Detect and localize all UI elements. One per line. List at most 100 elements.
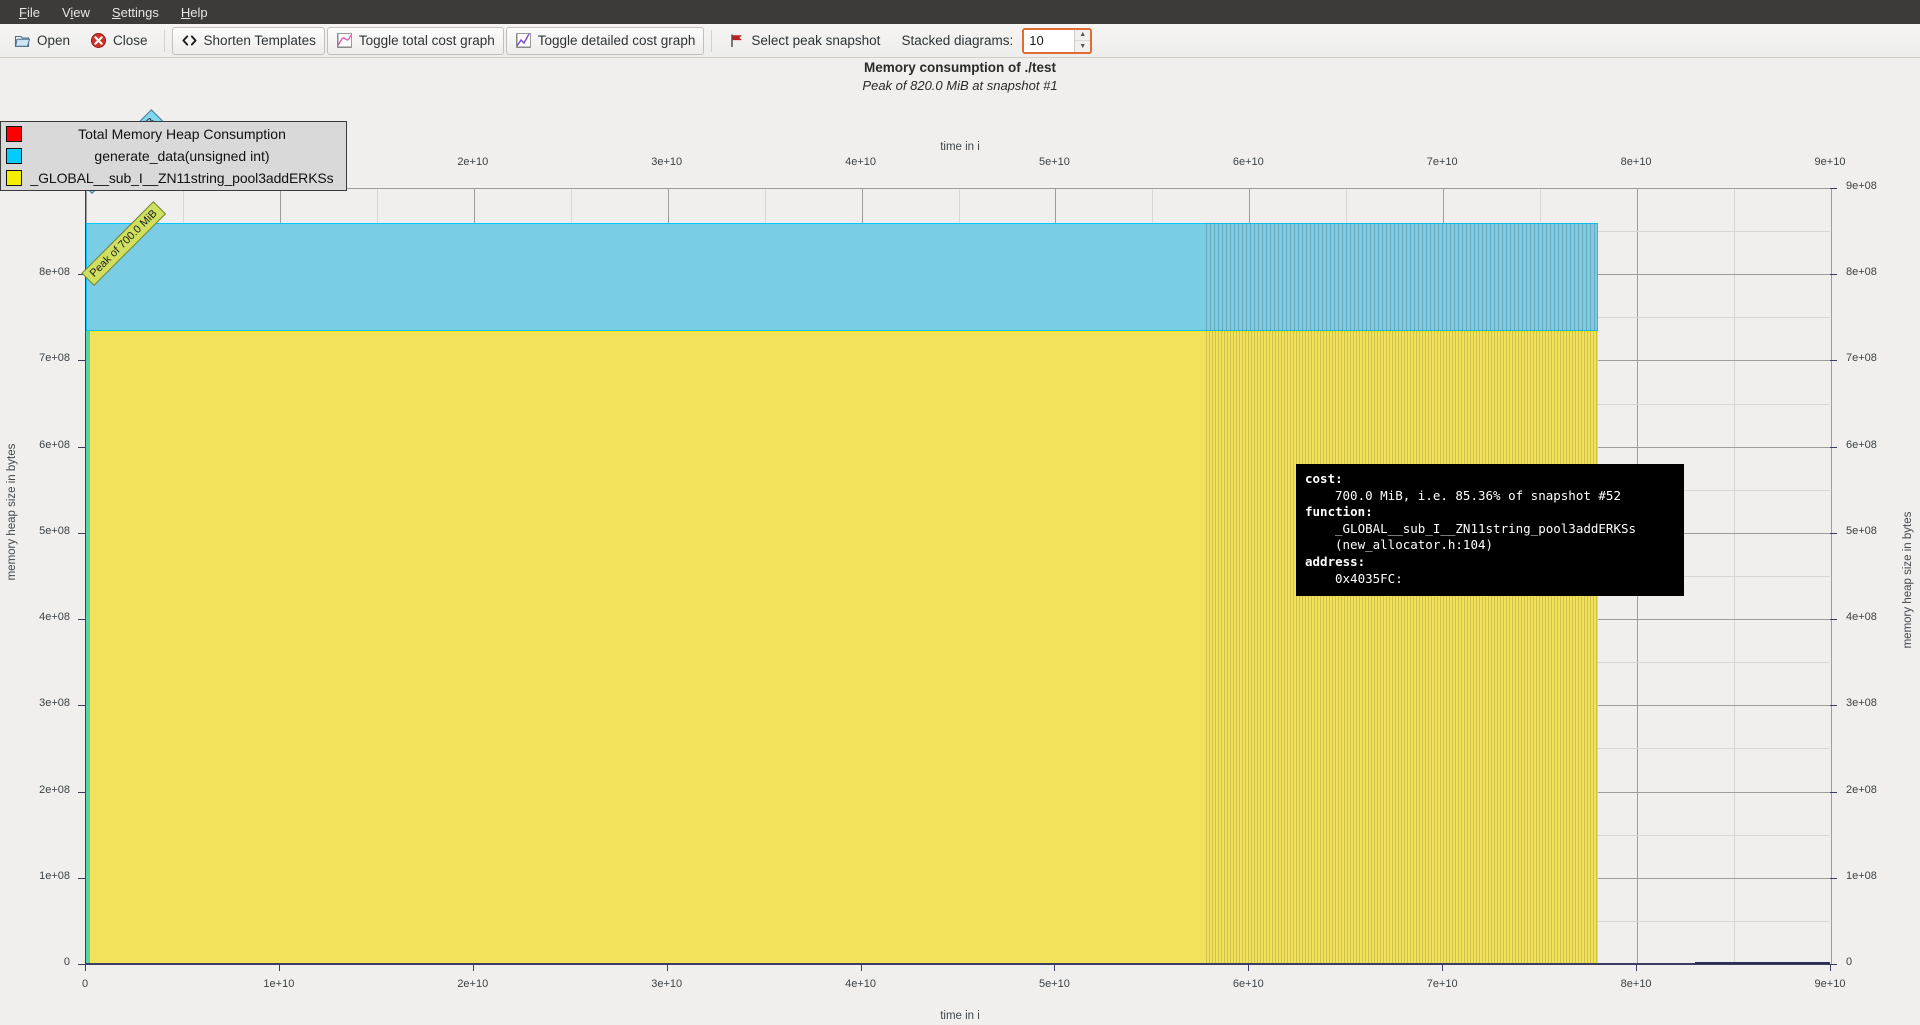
legend-item[interactable]: generate_data(unsigned int)	[1, 145, 346, 167]
area-series-generate-data[interactable]	[86, 222, 1599, 332]
menu-file[interactable]: FFileile	[8, 2, 51, 23]
y-tick-label-right: 8e+08	[1846, 266, 1877, 279]
y-tick-label-right: 7e+08	[1846, 352, 1877, 365]
x-tick-label-bottom: 5e+10	[1038, 978, 1070, 990]
tooltip-cost-value: 700.0 MiB, i.e. 85.36% of snapshot #52	[1335, 487, 1621, 503]
y-tick-mark-right	[1830, 446, 1837, 448]
y-tick-mark-right	[1830, 360, 1837, 362]
y-tick-mark-right	[1830, 964, 1837, 965]
legend-label: generate_data(unsigned int)	[94, 148, 270, 164]
select-peak-snapshot-button[interactable]: Select peak snapshot	[719, 27, 889, 55]
stacked-diagrams-spinbox[interactable]: ▲ ▼	[1022, 27, 1093, 54]
tooltip-cost-key: cost:	[1305, 471, 1343, 486]
chevron-up-icon[interactable]: ▲	[1075, 30, 1091, 41]
toggle-detailed-cost-graph-label: Toggle detailed cost graph	[537, 33, 696, 48]
y-tick-mark-right	[1830, 705, 1837, 707]
x-tick-mark-bottom	[1830, 964, 1831, 971]
stacked-diagrams-label: Stacked diagrams:	[901, 33, 1014, 48]
y-tick-mark-left	[78, 532, 85, 534]
chart-legend[interactable]: Total Memory Heap Consumption generate_d…	[0, 121, 347, 191]
y-tick-label-left: 2e+08	[39, 783, 70, 796]
y-tick-mark-left	[78, 705, 85, 707]
legend-item[interactable]: _GLOBAL__sub_I__ZN11string_pool3addERKSs	[1, 167, 346, 189]
y-tick-label-left: 0	[63, 956, 70, 968]
y-tick-mark-left	[78, 619, 85, 621]
line-chart-icon	[336, 32, 353, 49]
toggle-total-cost-graph-label: Toggle total cost graph	[358, 33, 495, 48]
x-tick-label-bottom: 3e+10	[651, 978, 683, 990]
y-tick-label-left: 1e+08	[39, 869, 70, 882]
toolbar-separator-2	[711, 29, 713, 52]
legend-item[interactable]: Total Memory Heap Consumption	[1, 123, 346, 145]
open-button-label: Open	[37, 33, 71, 48]
y-tick-label-right: 4e+08	[1846, 611, 1877, 624]
x-tick-label-bottom: 9e+10	[1814, 978, 1846, 990]
angle-brackets-icon	[181, 32, 198, 49]
y-tick-mark-right	[1830, 619, 1837, 621]
legend-label: _GLOBAL__sub_I__ZN11string_pool3addERKSs	[30, 170, 334, 186]
y-tick-label-right: 6e+08	[1846, 438, 1877, 451]
y-tick-label-left: 7e+08	[39, 352, 70, 365]
x-tick-label-bottom: 2e+10	[457, 978, 489, 990]
y-tick-mark-left	[78, 360, 85, 362]
toolbar-separator-1	[163, 29, 165, 52]
menu-help[interactable]: Help	[170, 2, 219, 23]
chart-subtitle: Peak of 820.0 MiB at snapshot #1	[862, 78, 1058, 93]
menu-view[interactable]: View	[51, 2, 101, 23]
x-tick-label-top: 4e+10	[845, 156, 876, 168]
x-tick-label-top: 7e+10	[1426, 156, 1458, 168]
y-tick-mark-left	[78, 964, 85, 965]
red-flag-icon	[728, 32, 745, 49]
x-tick-mark-bottom	[278, 964, 280, 971]
toggle-detailed-cost-graph-button[interactable]: Toggle detailed cost graph	[505, 26, 705, 55]
shorten-templates-button[interactable]: Shorten Templates	[171, 26, 325, 55]
y-tick-label-right: 2e+08	[1846, 783, 1877, 796]
close-circle-icon	[90, 32, 107, 49]
legend-swatch-generate-data	[6, 148, 22, 164]
y-axis-title-right: memory heap size in bytes	[1902, 511, 1914, 649]
y-tick-mark-right	[1830, 877, 1837, 879]
x-tick-mark-bottom	[472, 964, 474, 971]
x-tick-label-bottom: 7e+10	[1426, 978, 1458, 990]
x-tick-label-top: 9e+10	[1814, 156, 1846, 168]
y-tick-label-right: 1e+08	[1846, 869, 1877, 882]
x-axis-title-bottom: time in i	[940, 1010, 980, 1022]
y-tick-mark-left	[78, 877, 85, 879]
y-tick-label-right: 0	[1846, 956, 1853, 968]
chevron-down-icon[interactable]: ▼	[1075, 41, 1090, 52]
y-tick-mark-left	[78, 791, 85, 793]
x-tick-mark-bottom	[1248, 964, 1250, 971]
y-tick-mark-right	[1830, 791, 1837, 793]
close-button-label: Close	[113, 33, 148, 48]
x-tick-mark-bottom	[85, 964, 86, 971]
y-tick-label-left: 5e+08	[39, 524, 70, 537]
stacked-diagrams-steppers[interactable]: ▲ ▼	[1074, 29, 1091, 52]
chart-title: Memory consumption of ./test	[863, 60, 1056, 75]
y-tick-label-right: 9e+08	[1846, 180, 1877, 192]
tooltip-function-key: function:	[1305, 504, 1373, 520]
y-tick-label-left: 8e+08	[39, 266, 70, 279]
tooltip-address-value: 0x4035FC:	[1335, 570, 1403, 586]
area-series-string-pool[interactable]	[86, 331, 1599, 964]
close-button[interactable]: Close	[81, 27, 157, 55]
y-tick-label-right: 5e+08	[1846, 524, 1877, 537]
x-tick-label-bottom: 6e+10	[1232, 978, 1264, 990]
legend-swatch-total	[6, 126, 22, 142]
toggle-total-cost-graph-button[interactable]: Toggle total cost graph	[326, 26, 504, 55]
y-tick-label-left: 4e+08	[39, 611, 70, 624]
open-folder-icon	[14, 32, 31, 49]
y-tick-label-left: 3e+08	[39, 697, 70, 710]
x-tick-label-top: 5e+10	[1038, 156, 1070, 168]
zero-baseline-extension	[1695, 962, 1830, 964]
cost-tooltip: cost: 700.0 MiB, i.e. 85.36% of snapshot …	[1296, 464, 1684, 597]
shorten-templates-label: Shorten Templates	[203, 33, 316, 48]
x-tick-mark-bottom	[1636, 964, 1638, 971]
open-button[interactable]: Open	[5, 27, 79, 55]
select-peak-snapshot-label: Select peak snapshot	[751, 33, 881, 48]
stacked-diagrams-input[interactable]	[1024, 29, 1075, 52]
y-tick-mark-right	[1830, 188, 1837, 189]
menu-settings[interactable]: Settings	[101, 2, 170, 23]
x-tick-mark-bottom	[1054, 964, 1056, 971]
x-tick-mark-bottom	[1442, 964, 1444, 971]
grid-line-horizontal	[86, 188, 1830, 189]
